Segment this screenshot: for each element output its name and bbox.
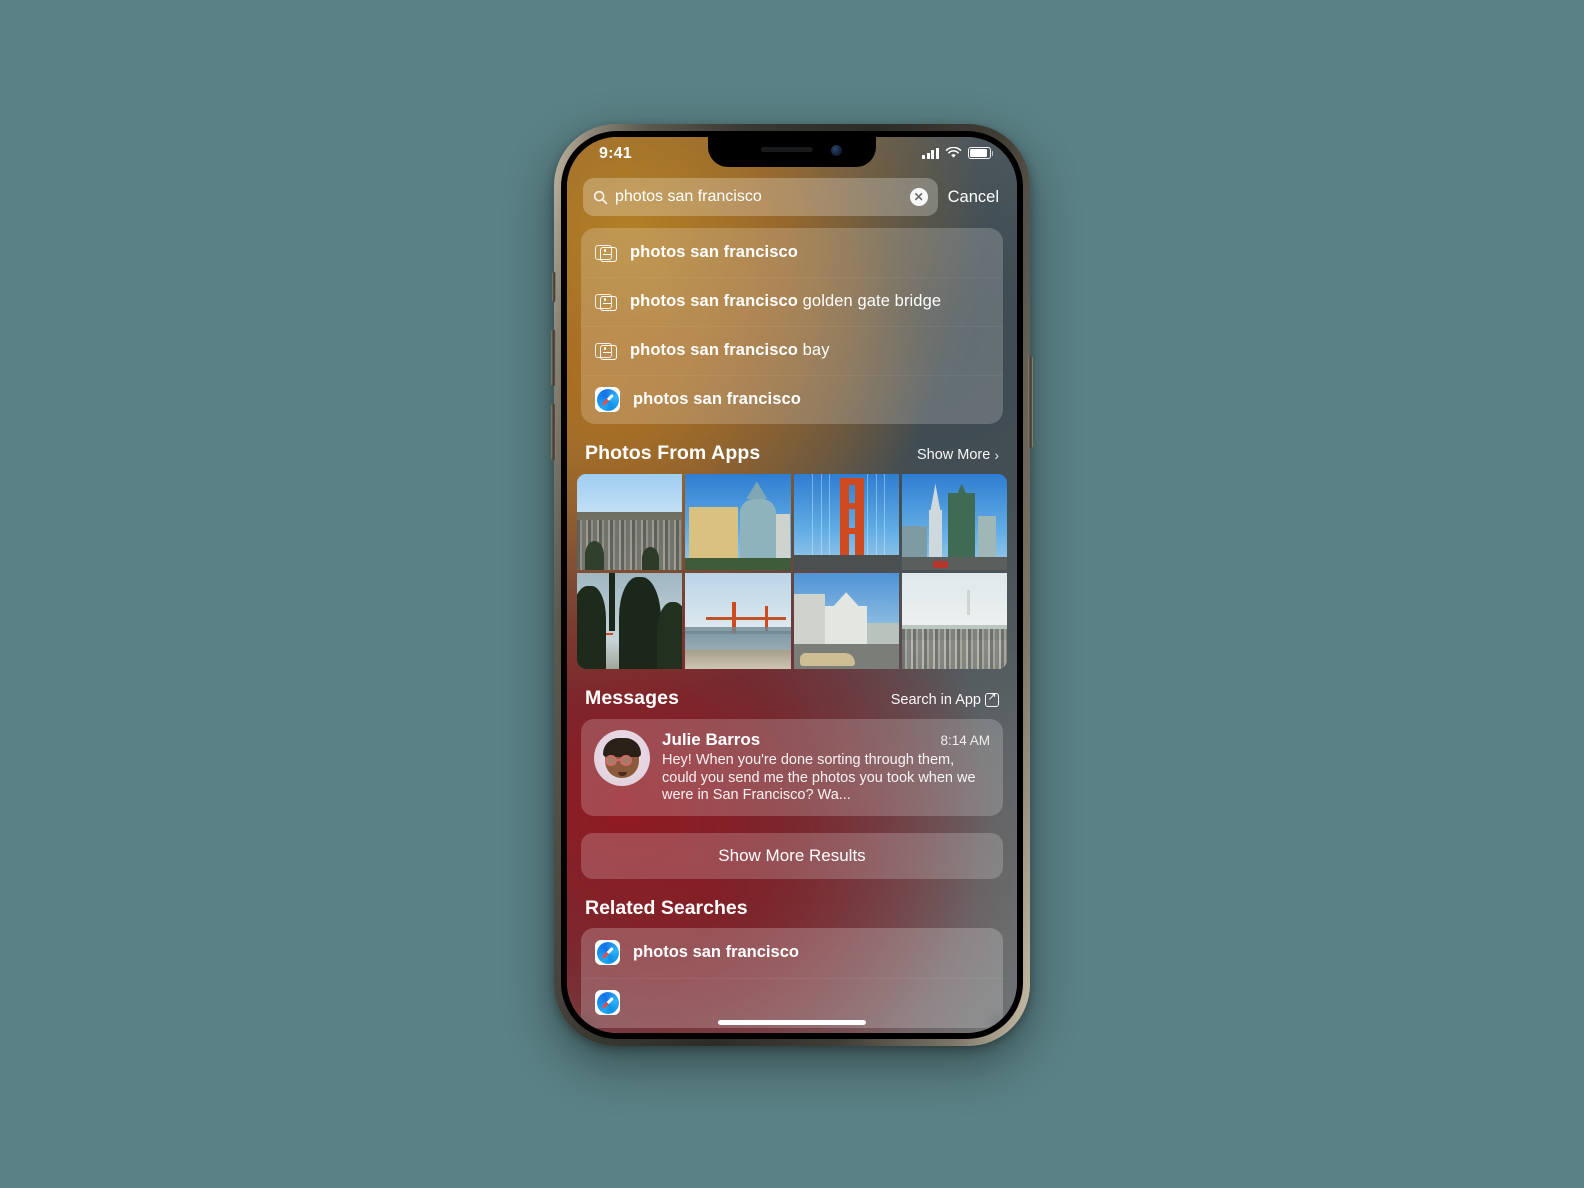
- photo-thumbnail[interactable]: [685, 573, 791, 669]
- front-camera-icon: [831, 145, 842, 156]
- search-in-app-button[interactable]: Search in App: [890, 690, 999, 708]
- photos-section-header: Photos From Apps Show More ›: [567, 424, 1017, 474]
- iphone-device: 9:41 photos san francisco ✕ Cancel photo…: [551, 124, 1033, 1046]
- safari-icon: [595, 990, 620, 1015]
- photos-stack-icon: [595, 243, 617, 262]
- section-title: Photos From Apps: [585, 442, 761, 464]
- photo-thumbnail[interactable]: [793, 573, 899, 669]
- chevron-right-icon: ›: [994, 447, 999, 463]
- messages-section-header: Messages Search in App: [567, 669, 1017, 719]
- message-body: Julie Barros 8:14 AM Hey! When you're do…: [662, 730, 990, 805]
- safari-icon: [595, 940, 620, 965]
- suggestion-row[interactable]: photos san francisco bay: [581, 326, 1003, 375]
- status-clock: 9:41: [599, 145, 632, 162]
- suggestion-label: photos san francisco bay: [630, 341, 830, 359]
- photo-thumbnail[interactable]: [901, 474, 1007, 570]
- wifi-icon: [945, 147, 962, 158]
- suggestion-row[interactable]: photos san francisco golden gate bridge: [581, 277, 1003, 326]
- related-search-label: photos san francisco: [633, 943, 799, 961]
- safari-icon: [595, 387, 620, 412]
- search-icon: [593, 190, 608, 204]
- volume-up-button[interactable]: [551, 330, 556, 386]
- status-icons: [922, 147, 994, 159]
- photo-thumbnail[interactable]: [577, 573, 683, 669]
- photos-stack-icon: [595, 341, 617, 360]
- message-preview: Hey! When you're done sorting through th…: [662, 752, 976, 803]
- related-searches-list: photos san francisco: [581, 927, 1003, 1028]
- search-bar: photos san francisco ✕ Cancel: [567, 175, 1017, 219]
- device-screen: 9:41 photos san francisco ✕ Cancel photo…: [567, 137, 1017, 1033]
- cancel-button[interactable]: Cancel: [948, 188, 1001, 207]
- signal-bars-icon: [922, 147, 939, 159]
- memoji-avatar: [594, 730, 650, 786]
- photo-thumbnail[interactable]: [793, 474, 899, 570]
- search-in-app-label: Search in App: [890, 692, 981, 708]
- device-bezel: 9:41 photos san francisco ✕ Cancel photo…: [561, 131, 1023, 1039]
- suggestion-row[interactable]: photos san francisco: [581, 375, 1003, 424]
- message-timestamp: 8:14 AM: [940, 733, 990, 748]
- suggestion-label: photos san francisco golden gate bridge: [630, 292, 942, 310]
- suggestions-list: photos san francisco photos san francisc…: [581, 228, 1003, 424]
- volume-down-button[interactable]: [551, 404, 556, 460]
- photo-thumbnail[interactable]: [577, 474, 683, 570]
- open-in-app-icon: [985, 690, 999, 707]
- show-more-label: Show More: [916, 447, 991, 463]
- clear-search-button[interactable]: ✕: [909, 188, 928, 206]
- photos-stack-icon: [595, 292, 617, 311]
- search-results-scroll[interactable]: photos san francisco ✕ Cancel photos san…: [567, 137, 1017, 1033]
- photo-grid: [567, 474, 1017, 669]
- photo-thumbnail[interactable]: [685, 474, 791, 570]
- suggestion-row[interactable]: photos san francisco: [581, 228, 1003, 277]
- search-field[interactable]: photos san francisco ✕: [583, 178, 938, 216]
- search-input[interactable]: photos san francisco: [615, 188, 903, 206]
- power-button[interactable]: [1028, 356, 1033, 448]
- home-indicator[interactable]: [718, 1020, 866, 1025]
- suggestion-label: photos san francisco: [633, 390, 801, 408]
- message-sender: Julie Barros: [662, 730, 761, 749]
- earpiece-speaker: [760, 147, 813, 152]
- battery-icon: [968, 147, 994, 159]
- related-searches-title: Related Searches: [585, 896, 748, 919]
- mute-switch[interactable]: [552, 272, 556, 302]
- message-header: Julie Barros 8:14 AM: [662, 730, 990, 750]
- photo-thumbnail[interactable]: [901, 573, 1007, 669]
- show-more-results-button[interactable]: Show More Results: [581, 832, 1003, 879]
- show-more-photos-button[interactable]: Show More ›: [917, 447, 999, 463]
- section-title: Messages: [585, 687, 680, 709]
- suggestion-label: photos san francisco: [630, 243, 798, 261]
- related-search-row[interactable]: photos san francisco: [581, 928, 1003, 978]
- message-result-card[interactable]: Julie Barros 8:14 AM Hey! When you're do…: [581, 719, 1003, 816]
- notch: [708, 137, 876, 167]
